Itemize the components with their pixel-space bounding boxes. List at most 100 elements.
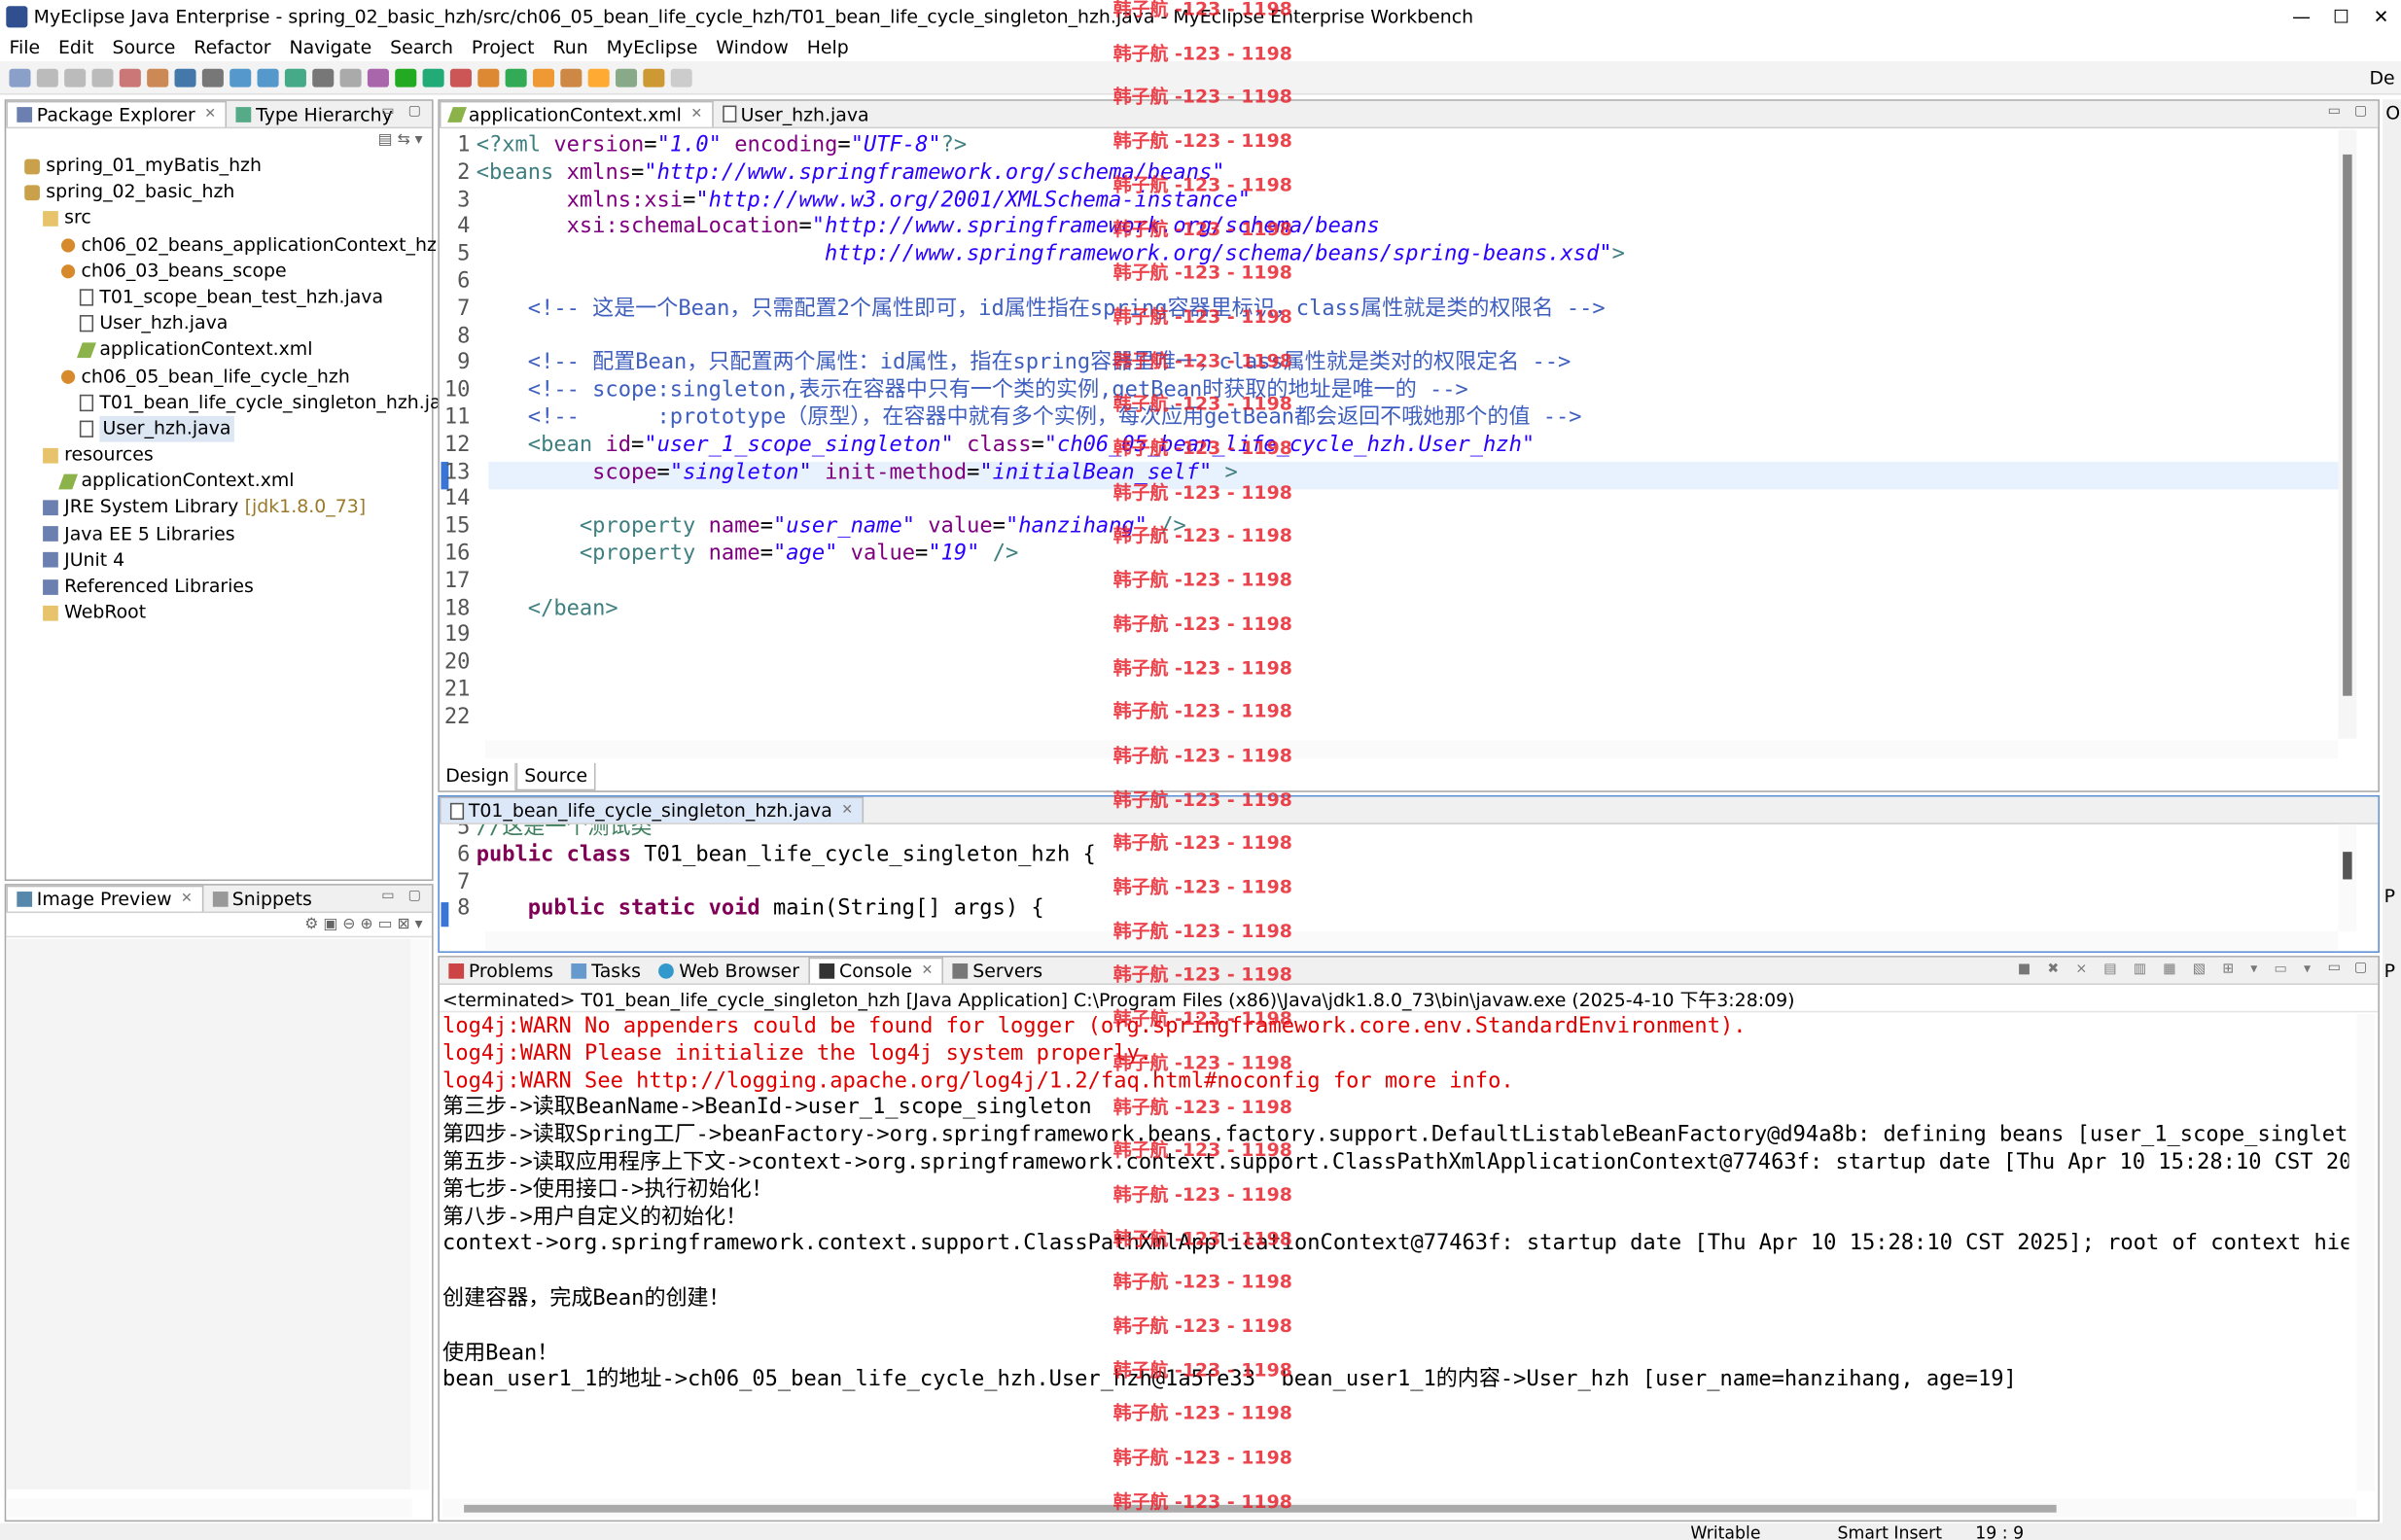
- zoom-icons[interactable]: ⚙ ▣ ⊖ ⊕ ▭ ⊠ ▾: [304, 916, 422, 932]
- refresh-icon[interactable]: [505, 67, 527, 87]
- perspective-button[interactable]: De: [2369, 67, 2394, 88]
- tab-snippets[interactable]: Snippets: [203, 886, 321, 912]
- vertical-scrollbar[interactable]: [409, 938, 429, 1490]
- tree-item[interactable]: User_hzh.java: [24, 415, 432, 442]
- view-controls[interactable]: ▭ ▢: [2328, 104, 2372, 120]
- tree-item[interactable]: T01_scope_bean_test_hzh.java: [24, 284, 432, 310]
- close-icon[interactable]: ✕: [204, 102, 216, 126]
- tab-type-hierarchy[interactable]: Type Hierarchy: [227, 101, 402, 127]
- deploy-icon[interactable]: [174, 67, 196, 87]
- menu-refactor[interactable]: Refactor: [185, 37, 280, 58]
- menu-search[interactable]: Search: [381, 37, 463, 58]
- outline-minimized[interactable]: O: [2385, 102, 2400, 123]
- tree-item[interactable]: WebRoot: [24, 600, 432, 626]
- editor-vertical-scrollbar[interactable]: [2338, 129, 2357, 739]
- console-toolbar-icons[interactable]: ■ ✖ ⨯ ▤ ▥ ▦ ▧ ⊞ ▾ ▭ ▾: [2018, 962, 2317, 977]
- toggle-icon[interactable]: [615, 67, 638, 87]
- palette-minimized[interactable]: P: [2384, 961, 2395, 982]
- close-icon[interactable]: ✕: [690, 102, 702, 126]
- task-icon[interactable]: [587, 67, 610, 87]
- view-controls[interactable]: ▭ ▢: [381, 889, 425, 904]
- back-icon[interactable]: [643, 67, 665, 87]
- tab-source[interactable]: Source: [516, 762, 595, 791]
- tree-item[interactable]: src: [24, 205, 432, 231]
- print-icon[interactable]: [91, 67, 114, 87]
- tree-item[interactable]: User_hzh.java: [24, 311, 432, 337]
- pen-icon[interactable]: [560, 67, 583, 87]
- open-folder-icon[interactable]: [532, 67, 555, 87]
- server-icon[interactable]: [201, 67, 224, 87]
- console-horizontal-scrollbar[interactable]: [442, 1498, 2357, 1518]
- tree-item[interactable]: ch06_03_beans_scope: [24, 258, 432, 284]
- new-package-icon[interactable]: [284, 67, 306, 87]
- new-icon[interactable]: [9, 67, 31, 87]
- menu-source[interactable]: Source: [103, 37, 185, 58]
- close-icon[interactable]: ✕: [841, 798, 853, 822]
- console-vertical-scrollbar[interactable]: [2356, 1013, 2376, 1491]
- menu-edit[interactable]: Edit: [50, 37, 104, 58]
- java-vertical-scrollbar[interactable]: [2338, 823, 2357, 931]
- editor-horizontal-scrollbar[interactable]: [485, 740, 2339, 759]
- menu-navigate[interactable]: Navigate: [280, 37, 381, 58]
- minimize-button[interactable]: —: [2281, 0, 2321, 34]
- line-number: 14: [443, 486, 471, 511]
- close-icon[interactable]: ✕: [921, 959, 933, 983]
- search-icon[interactable]: [339, 67, 362, 87]
- menu-file[interactable]: File: [0, 37, 50, 58]
- tree-item[interactable]: Java EE 5 Libraries: [24, 521, 432, 547]
- tab-design[interactable]: Design: [440, 762, 517, 791]
- xml-source-area[interactable]: 1 <?xml version="1.0" encoding="UTF-8"?> 2…: [440, 130, 2348, 739]
- tree-item[interactable]: spring_01_myBatis_hzh: [24, 153, 432, 179]
- tab-problems[interactable]: Problems: [440, 958, 562, 984]
- menu-help[interactable]: Help: [797, 37, 858, 58]
- tree-item[interactable]: applicationContext.xml: [24, 337, 432, 364]
- coverage-icon[interactable]: [449, 67, 472, 87]
- save-all-icon[interactable]: [64, 67, 87, 87]
- close-button[interactable]: ✕: [2361, 0, 2401, 34]
- properties-minimized[interactable]: P: [2384, 886, 2395, 907]
- maximize-button[interactable]: ☐: [2321, 0, 2361, 34]
- tree-item[interactable]: resources: [24, 442, 432, 469]
- tree-item[interactable]: ch06_02_beans_applicationContext_hzh: [24, 231, 448, 258]
- tree-item[interactable]: spring_02_basic_hzh: [24, 179, 432, 205]
- close-icon[interactable]: ✕: [181, 887, 193, 911]
- tab-user-hzh-java[interactable]: User_hzh.java: [713, 101, 878, 127]
- java-horizontal-scrollbar[interactable]: [485, 930, 2339, 950]
- run-icon[interactable]: [395, 67, 417, 87]
- horizontal-scrollbar[interactable]: [6, 1498, 412, 1518]
- menu-myeclipse[interactable]: MyEclipse: [597, 37, 707, 58]
- menu-run[interactable]: Run: [544, 37, 597, 58]
- forward-icon[interactable]: [670, 67, 692, 87]
- build-icon[interactable]: [147, 67, 169, 87]
- menu-window[interactable]: Window: [707, 37, 797, 58]
- tab-package-explorer[interactable]: Package Explorer ✕: [6, 100, 228, 127]
- tree-item[interactable]: Referenced Libraries: [24, 574, 432, 600]
- tree-item[interactable]: ch06_05_bean_life_cycle_hzh: [24, 364, 432, 390]
- tab-console[interactable]: Console ✕: [808, 957, 944, 984]
- view-controls[interactable]: ▭ ▢: [2328, 961, 2372, 976]
- tab-application-context-xml[interactable]: applicationContext.xml ✕: [439, 100, 714, 127]
- new-web-icon[interactable]: [230, 67, 252, 87]
- save-icon[interactable]: [36, 67, 58, 87]
- code-line: 3 xmlns:xsi="http://www.w3.org/2001/XMLS…: [440, 188, 2348, 215]
- tab-servers[interactable]: Servers: [943, 958, 1051, 984]
- globe-icon[interactable]: [312, 67, 335, 87]
- java-source-area[interactable]: 5 //这是一个测试类 6 public class T01_bean_life_cy…: [440, 824, 2339, 931]
- view-controls[interactable]: ▭ ▢: [381, 104, 425, 120]
- tree-item[interactable]: JUnit 4: [24, 547, 432, 574]
- debug-icon[interactable]: [367, 67, 389, 87]
- menu-project[interactable]: Project: [462, 37, 544, 58]
- tree-item[interactable]: T01_bean_life_cycle_singleton_hzh.java: [24, 390, 463, 416]
- open-type-icon[interactable]: [119, 67, 141, 87]
- tree-item[interactable]: JRE System Library [jdk1.8.0_73]: [24, 495, 432, 521]
- tab-web-browser[interactable]: Web Browser: [650, 958, 808, 984]
- tree-item[interactable]: applicationContext.xml: [24, 469, 432, 495]
- tab-t01-java[interactable]: T01_bean_life_cycle_singleton_hzh.java ✕: [439, 796, 865, 823]
- tab-tasks[interactable]: Tasks: [562, 958, 650, 984]
- run-external-icon[interactable]: [422, 67, 444, 87]
- new-class-icon[interactable]: [257, 67, 279, 87]
- new-server-icon[interactable]: [477, 67, 500, 87]
- tab-image-preview[interactable]: Image Preview ✕: [6, 885, 203, 912]
- collapse-link-menu-icons[interactable]: ▤ ⇆ ▾: [378, 131, 423, 148]
- console-output[interactable]: log4j:WARN No appenders could be found f…: [442, 1014, 2348, 1488]
